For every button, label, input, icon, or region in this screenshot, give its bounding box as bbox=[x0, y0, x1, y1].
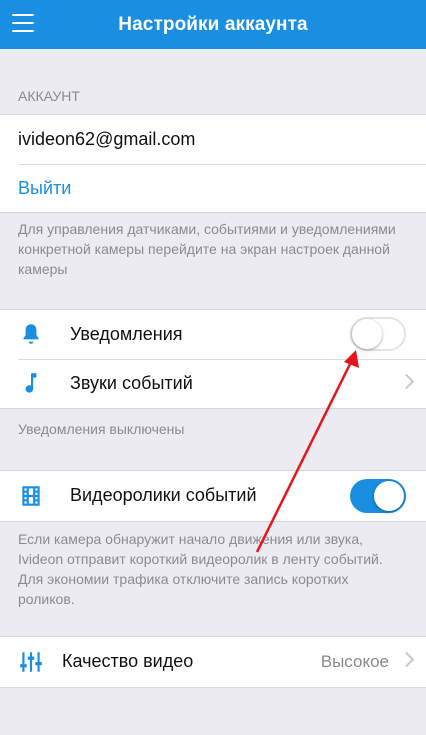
event-videos-note: Если камера обнаружит начало движения ил… bbox=[18, 531, 383, 607]
account-email: ivideon62@gmail.com bbox=[18, 129, 196, 149]
event-videos-row: Видеоролики событий bbox=[0, 471, 426, 520]
notifications-toggle[interactable] bbox=[350, 317, 406, 351]
notifications-status: Уведомления выключены bbox=[18, 421, 185, 437]
video-quality-label: Качество видео bbox=[62, 651, 194, 671]
video-quality-group: Качество видео Высокое bbox=[0, 636, 426, 688]
sliders-icon bbox=[20, 652, 42, 672]
bell-icon bbox=[23, 324, 39, 344]
account-note: Для управления датчиками, событиями и ув… bbox=[18, 221, 396, 277]
video-quality-value: Высокое bbox=[320, 651, 389, 671]
event-videos-group: Видеоролики событий bbox=[0, 470, 426, 522]
toggle-knob bbox=[374, 481, 404, 511]
page-title: Настройки аккаунта bbox=[118, 13, 308, 35]
chevron-right-icon bbox=[398, 373, 415, 390]
top-bar: Настройки аккаунта bbox=[0, 0, 426, 49]
chevron-right-icon bbox=[398, 651, 415, 668]
logout-row[interactable]: Выйти bbox=[0, 164, 426, 213]
event-videos-label: Видеоролики событий bbox=[70, 485, 257, 505]
film-icon bbox=[22, 486, 40, 506]
event-videos-toggle[interactable] bbox=[350, 479, 406, 513]
account-email-row: ivideon62@gmail.com bbox=[0, 115, 426, 164]
hamburger-menu-icon[interactable] bbox=[12, 14, 34, 34]
event-sounds-row[interactable]: Звуки событий bbox=[0, 359, 426, 408]
account-section-label: АККАУНТ bbox=[18, 88, 80, 104]
music-note-icon bbox=[25, 373, 37, 393]
notifications-label: Уведомления bbox=[70, 324, 183, 344]
toggle-knob bbox=[352, 319, 382, 349]
video-quality-row[interactable]: Качество видео Высокое bbox=[0, 637, 426, 686]
account-group: ivideon62@gmail.com Выйти bbox=[0, 114, 426, 213]
notifications-row: Уведомления bbox=[0, 310, 426, 359]
notifications-group: Уведомления Звуки событий bbox=[0, 309, 426, 409]
logout-button[interactable]: Выйти bbox=[0, 178, 71, 199]
event-sounds-label: Звуки событий bbox=[70, 373, 193, 393]
